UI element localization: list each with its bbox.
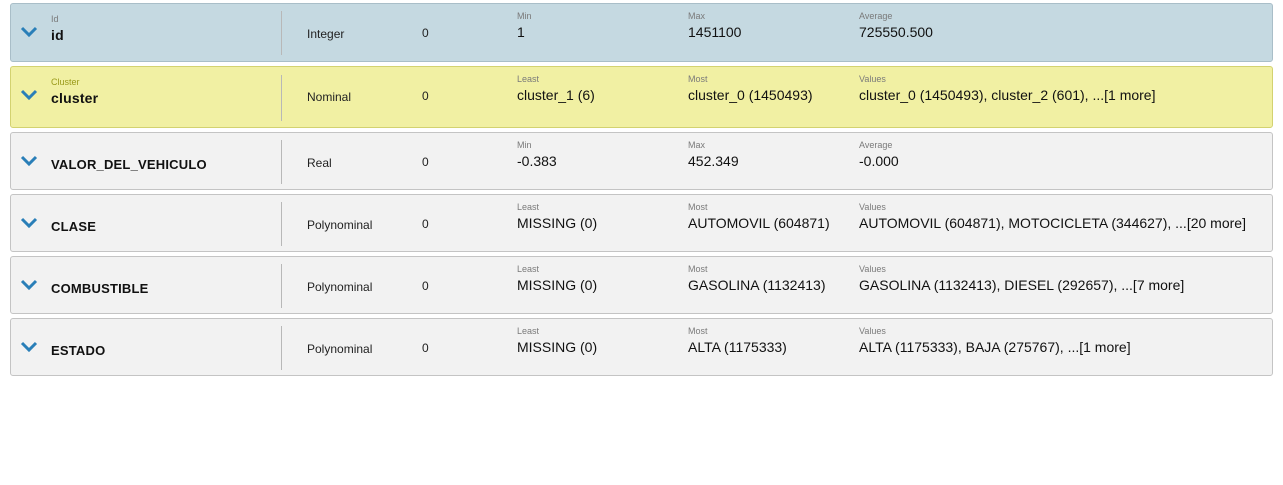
attribute-statistics-list: Id id Integer 0 Min 1 Max 1451100 Averag… [10,3,1273,380]
stat-value: -0.383 [517,153,557,169]
stat-label: Most [688,74,708,84]
stat-min: Min -0.383 [517,140,557,169]
stat-label: Least [517,326,540,336]
stat-label: Average [859,11,893,21]
stat-label: Max [688,11,706,21]
attribute-role: Cluster [51,77,80,87]
stat-value: -0.000 [859,153,899,169]
missing-count: 0 [422,217,429,231]
attribute-type: Integer [307,27,345,41]
attribute-name: id [51,27,64,43]
missing-count: 0 [422,155,429,169]
chevron-down-icon[interactable] [20,155,38,167]
stat-average: Average 725550.500 [859,11,933,40]
values-summary-link[interactable]: cluster_0 (1450493), cluster_2 (601), ..… [859,87,1155,103]
stat-value: cluster_0 (1450493) [688,87,813,103]
stat-label: Most [688,202,708,212]
chevron-down-icon[interactable] [20,341,38,353]
attribute-row-valor-del-vehiculo[interactable]: VALOR_DEL_VEHICULO Real 0 Min -0.383 Max… [10,132,1273,190]
attribute-row-combustible[interactable]: COMBUSTIBLE Polynominal 0 Least MISSING … [10,256,1273,314]
chevron-down-icon[interactable] [20,26,38,38]
stat-value: 1 [517,24,525,40]
chevron-down-icon[interactable] [20,217,38,229]
stat-max: Max 452.349 [688,140,739,169]
missing-count: 0 [422,89,429,103]
stat-value: ALTA (1175333) [688,339,787,355]
stat-values: Values ALTA (1175333), BAJA (275767), ..… [859,326,1131,355]
stat-max: Max 1451100 [688,11,741,40]
column-divider [281,326,282,370]
stat-most: Most cluster_0 (1450493) [688,74,813,103]
stat-value: AUTOMOVIL (604871) [688,215,830,231]
attribute-row-estado[interactable]: ESTADO Polynominal 0 Least MISSING (0) M… [10,318,1273,376]
stat-label: Max [688,140,706,150]
chevron-down-icon[interactable] [20,279,38,291]
attribute-name: COMBUSTIBLE [51,281,149,296]
stat-label: Min [517,11,532,21]
attribute-type: Real [307,156,332,170]
stat-value: MISSING (0) [517,277,598,293]
chevron-down-icon[interactable] [20,89,38,101]
stat-label: Most [688,264,708,274]
stat-label: Values [859,326,886,336]
stat-value: MISSING (0) [517,215,598,231]
stat-average: Average -0.000 [859,140,899,169]
missing-count: 0 [422,279,429,293]
stat-most: Most AUTOMOVIL (604871) [688,202,830,231]
values-summary-link[interactable]: GASOLINA (1132413), DIESEL (292657), ...… [859,277,1184,293]
stat-value: 725550.500 [859,24,933,40]
attribute-type: Polynominal [307,342,373,356]
stat-label: Min [517,140,532,150]
column-divider [281,202,282,246]
stat-values: Values GASOLINA (1132413), DIESEL (29265… [859,264,1184,293]
stat-value: 452.349 [688,153,739,169]
stat-least: Least MISSING (0) [517,202,597,231]
stat-value: MISSING (0) [517,339,598,355]
stat-most: Most GASOLINA (1132413) [688,264,825,293]
stat-most: Most ALTA (1175333) [688,326,787,355]
stat-value: cluster_1 (6) [517,87,595,103]
stat-values: Values AUTOMOVIL (604871), MOTOCICLETA (… [859,202,1246,231]
missing-count: 0 [422,26,429,40]
attribute-name: cluster [51,90,99,106]
values-summary-link[interactable]: AUTOMOVIL (604871), MOTOCICLETA (344627)… [859,215,1246,231]
values-summary-link[interactable]: ALTA (1175333), BAJA (275767), ...[1 mor… [859,339,1131,355]
stat-values: Values cluster_0 (1450493), cluster_2 (6… [859,74,1155,103]
attribute-row-cluster[interactable]: Cluster cluster Nominal 0 Least cluster_… [10,66,1273,128]
stat-label: Least [517,74,540,84]
attribute-name: VALOR_DEL_VEHICULO [51,157,207,172]
attribute-name: CLASE [51,219,97,234]
stat-least: Least MISSING (0) [517,326,597,355]
stat-label: Values [859,202,886,212]
stat-label: Least [517,202,540,212]
attribute-row-id[interactable]: Id id Integer 0 Min 1 Max 1451100 Averag… [10,3,1273,62]
stat-label: Most [688,326,708,336]
column-divider [281,264,282,308]
stat-label: Values [859,74,886,84]
attribute-role: Id [51,14,59,24]
stat-min: Min 1 [517,11,532,40]
column-divider [281,11,282,55]
attribute-type: Nominal [307,90,352,104]
stat-label: Average [859,140,893,150]
attribute-row-clase[interactable]: CLASE Polynominal 0 Least MISSING (0) Mo… [10,194,1273,252]
stat-value: GASOLINA (1132413) [688,277,826,293]
stat-least: Least cluster_1 (6) [517,74,595,103]
stat-label: Values [859,264,886,274]
stat-value: 1451100 [688,24,742,40]
attribute-type: Polynominal [307,218,373,232]
stat-label: Least [517,264,540,274]
attribute-name: ESTADO [51,343,106,358]
column-divider [281,140,282,184]
stat-least: Least MISSING (0) [517,264,597,293]
missing-count: 0 [422,341,429,355]
column-divider [281,75,282,121]
attribute-type: Polynominal [307,280,373,294]
